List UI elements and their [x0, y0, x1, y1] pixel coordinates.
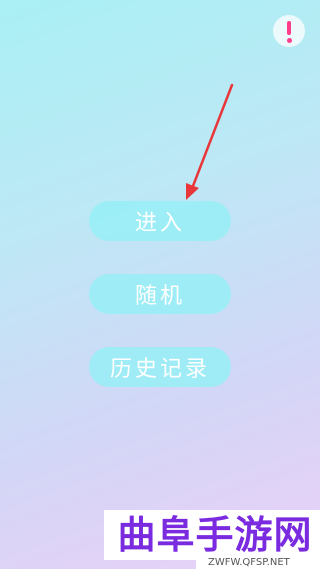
exclamation-icon — [287, 21, 291, 35]
history-button[interactable]: 历史记录 — [89, 347, 231, 387]
exclamation-dot — [286, 38, 292, 43]
random-button[interactable]: 随机 — [89, 274, 231, 314]
info-button[interactable] — [273, 15, 305, 47]
watermark: 曲阜手游网 ZWFW.QFSP.NET — [0, 510, 320, 569]
watermark-url: ZWFW.QFSP.NET — [196, 556, 320, 569]
watermark-title: 曲阜手游网 — [104, 510, 320, 560]
enter-button[interactable]: 进入 — [89, 201, 231, 241]
